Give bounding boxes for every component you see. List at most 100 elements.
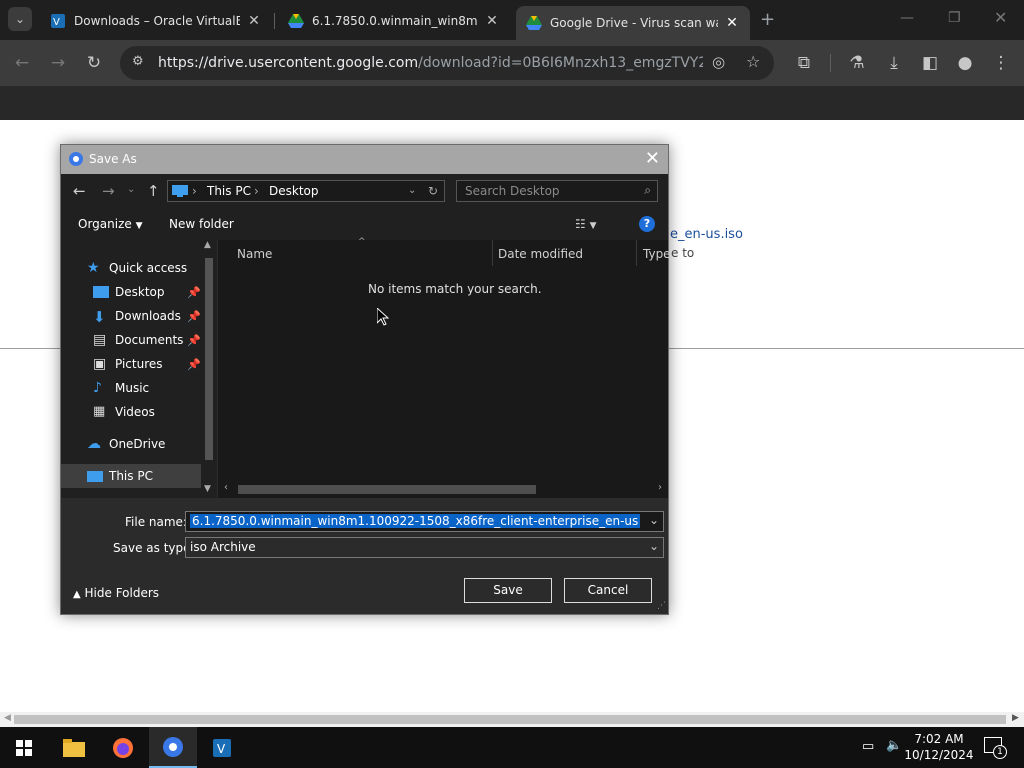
forward-arrow-icon[interactable]: → <box>45 50 71 76</box>
url-domain: https://drive.usercontent.google.com <box>158 55 419 71</box>
side-panel-icon[interactable]: ◧ <box>917 50 943 76</box>
file-explorer-icon[interactable] <box>50 727 98 768</box>
nav-item-label: OneDrive <box>109 437 166 451</box>
browser-toolbar: ← → ↻ ⚙ https://drive.usercontent.google… <box>0 40 1024 86</box>
column-name[interactable]: Name <box>237 247 272 261</box>
scrollbar-thumb[interactable] <box>238 485 536 494</box>
restore-window-icon[interactable]: ❐ <box>948 10 961 26</box>
scroll-left-icon[interactable]: ◀ <box>4 713 11 723</box>
toolbar-divider <box>830 54 831 72</box>
menu-kebab-icon[interactable]: ⋮ <box>988 50 1014 76</box>
documents-folder-icon: ▤ <box>93 332 107 348</box>
back-arrow-icon[interactable]: ← <box>73 182 86 200</box>
file-name-input[interactable]: 6.1.7850.0.winmain_win8m1.100922-1508_x8… <box>185 511 664 532</box>
star-icon: ★ <box>87 260 100 276</box>
tab-close-icon[interactable]: ✕ <box>484 13 500 29</box>
dialog-title-bar[interactable]: Save As ✕ <box>61 145 668 174</box>
notification-count-badge: 1 <box>993 745 1007 759</box>
nav-item-label: Downloads <box>115 309 181 323</box>
save-as-type-select[interactable]: iso Archive ⌄ <box>185 537 664 558</box>
save-button[interactable]: Save <box>464 578 552 603</box>
scrollbar-thumb[interactable] <box>14 715 1006 724</box>
chevron-up-icon: ▲ <box>73 589 81 600</box>
column-date-modified[interactable]: Date modified <box>498 247 583 261</box>
recent-locations-chevron-icon[interactable]: ⌄ <box>127 184 135 195</box>
chrome-taskbar-icon[interactable] <box>149 727 197 768</box>
dialog-close-icon[interactable]: ✕ <box>645 148 660 169</box>
windows-start-icon[interactable] <box>0 727 48 768</box>
forward-arrow-icon[interactable]: → <box>102 182 115 200</box>
column-type[interactable]: Type <box>643 247 671 261</box>
address-dropdown-icon[interactable]: ⌄ <box>408 185 416 196</box>
bookmark-star-icon[interactable]: ☆ <box>746 52 760 71</box>
file-link[interactable]: e_en-us.iso <box>670 227 743 242</box>
volume-muted-icon[interactable]: 🔈 <box>886 738 902 753</box>
nav-item-downloads[interactable]: ⬇ Downloads 📌 <box>61 304 201 328</box>
page-horizontal-scrollbar[interactable]: ◀ ▶ <box>0 712 1024 727</box>
hide-folders-toggle[interactable]: ▲ Hide Folders <box>73 586 159 600</box>
minimize-window-icon[interactable]: — <box>900 10 914 26</box>
tracking-eye-icon[interactable]: ◎ <box>712 53 725 71</box>
firefox-icon[interactable] <box>99 727 147 768</box>
cancel-button[interactable]: Cancel <box>564 578 652 603</box>
labs-flask-icon[interactable]: ⚗ <box>844 50 870 76</box>
site-info-icon[interactable]: ⚙ <box>132 54 144 69</box>
up-folder-arrow-icon[interactable]: ↑ <box>147 182 160 200</box>
view-options-icon[interactable]: ☷ ▼ <box>575 217 597 231</box>
scroll-down-icon[interactable]: ▼ <box>204 484 211 494</box>
back-arrow-icon[interactable]: ← <box>9 50 35 76</box>
close-window-icon[interactable]: ✕ <box>994 8 1007 27</box>
scroll-up-icon[interactable]: ▲ <box>204 240 211 250</box>
nav-item-label: Pictures <box>115 357 163 371</box>
nav-item-videos[interactable]: ▦ Videos <box>61 400 201 424</box>
column-separator <box>492 240 493 266</box>
nav-item-label: Videos <box>115 405 155 419</box>
notification-center-icon[interactable]: 1 <box>984 737 1007 759</box>
nav-item-documents[interactable]: ▤ Documents 📌 <box>61 328 201 352</box>
profile-avatar-icon[interactable]: ● <box>952 50 978 76</box>
nav-item-onedrive[interactable]: ☁ OneDrive <box>61 432 201 456</box>
organize-menu-button[interactable]: Organize ▼ <box>78 217 143 231</box>
url-text[interactable]: https://drive.usercontent.google.com/dow… <box>158 55 703 71</box>
address-bar[interactable]: ⚙ https://drive.usercontent.google.com/d… <box>120 46 774 80</box>
dialog-bottom-section: File name: 6.1.7850.0.winmain_win8m1.100… <box>61 498 668 614</box>
tab-drive-file[interactable]: 6.1.7850.0.winmain_win8m1.100922-1508 ✕ <box>278 6 510 36</box>
tab-virus-scan-warning[interactable]: Google Drive - Virus scan warning ✕ <box>516 6 750 40</box>
virtualbox-taskbar-icon[interactable]: V <box>198 727 246 768</box>
clock-time: 7:02 AM <box>914 732 964 746</box>
refresh-icon[interactable]: ↻ <box>428 184 438 198</box>
breadcrumb-this-pc[interactable]: This PC <box>207 184 251 198</box>
tab-close-icon[interactable]: ✕ <box>246 13 262 29</box>
nav-item-music[interactable]: ♪ Music <box>61 376 201 400</box>
scrollbar-thumb[interactable] <box>205 258 213 460</box>
nav-pane-scrollbar[interactable]: ▲ ▼ <box>201 240 217 498</box>
taskbar-clock[interactable]: 7:02 AM 10/12/2024 <box>904 731 974 763</box>
nav-item-desktop[interactable]: Desktop 📌 <box>61 280 201 304</box>
extensions-puzzle-icon[interactable]: ⧉ <box>791 50 817 76</box>
tab-virtualbox-downloads[interactable]: V Downloads – Oracle VirtualBox ✕ <box>40 6 272 36</box>
address-breadcrumb[interactable]: › This PC › Desktop ⌄ ↻ <box>167 180 445 202</box>
nav-item-pictures[interactable]: ▣ Pictures 📌 <box>61 352 201 376</box>
file-list-scrollbar[interactable]: ‹ › <box>218 480 668 498</box>
breadcrumb-desktop[interactable]: Desktop <box>269 184 319 198</box>
new-tab-button[interactable]: + <box>760 9 775 30</box>
nav-item-quick-access[interactable]: ★ Quick access <box>61 256 201 280</box>
scroll-left-icon[interactable]: ‹ <box>224 482 228 493</box>
nav-item-this-pc[interactable]: This PC <box>61 464 201 488</box>
dropdown-chevron-icon[interactable]: ⌄ <box>649 513 659 527</box>
reload-icon[interactable]: ↻ <box>81 50 107 76</box>
downloads-icon[interactable]: ⤓ <box>881 50 907 76</box>
music-folder-icon: ♪ <box>93 380 102 396</box>
breadcrumb-separator-icon: › <box>254 184 259 198</box>
nav-item-label: Music <box>115 381 150 395</box>
new-folder-button[interactable]: New folder <box>169 217 234 231</box>
tab-search-chevron-icon[interactable]: ⌄ <box>8 7 32 31</box>
scroll-right-icon[interactable]: ▶ <box>1012 713 1019 723</box>
help-icon[interactable]: ? <box>639 216 655 232</box>
search-input[interactable]: Search Desktop ⌕ <box>456 180 658 202</box>
resize-grip-icon[interactable]: ⋰ <box>657 601 666 611</box>
empty-message: No items match your search. <box>368 282 542 296</box>
scroll-right-icon[interactable]: › <box>658 482 662 493</box>
tab-close-icon[interactable]: ✕ <box>724 15 740 31</box>
network-icon[interactable]: ▭ <box>862 739 874 754</box>
